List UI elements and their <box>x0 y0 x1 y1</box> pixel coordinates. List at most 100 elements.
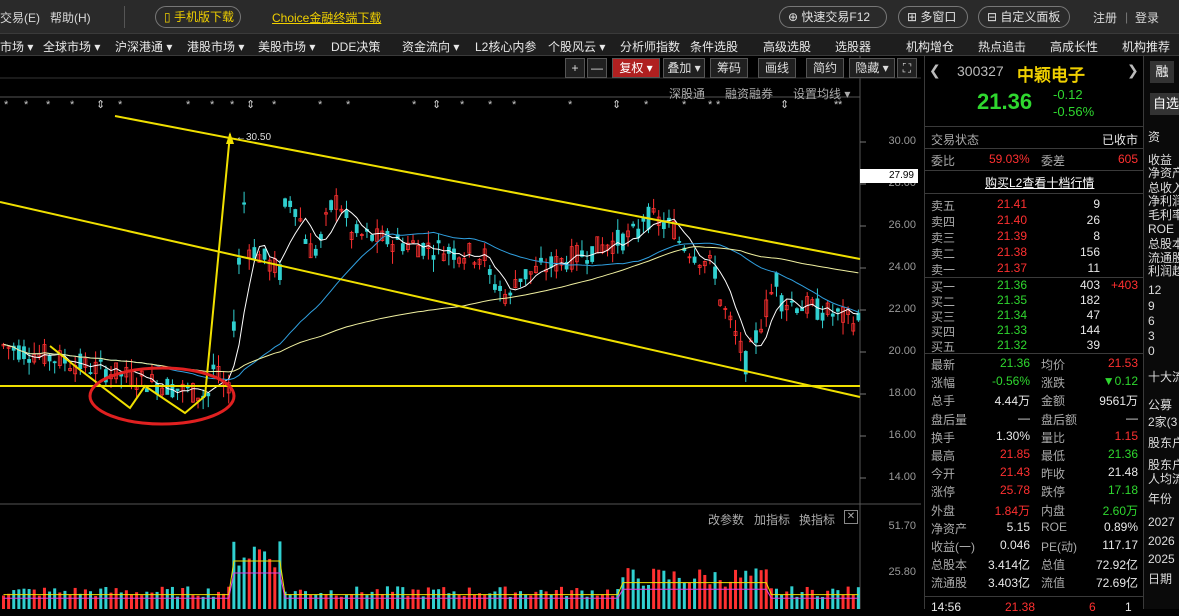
ma30-line <box>3 231 859 381</box>
candle-body <box>385 230 390 245</box>
volume-bar <box>672 571 676 609</box>
volume-bar <box>472 594 476 609</box>
menu-help[interactable]: 帮助(H) <box>50 9 91 26</box>
hide-button[interactable]: 隐藏 ▾ <box>849 58 895 78</box>
fuquan-button[interactable]: 复权 ▾ <box>612 58 660 78</box>
nav-item[interactable]: 美股市场 ▾ <box>258 38 315 55</box>
volume-bar <box>687 582 691 609</box>
sgt-link[interactable]: 深股通 <box>669 85 705 102</box>
bid-price: 21.36 <box>997 278 1028 292</box>
close-icon[interactable]: ✕ <box>844 510 858 524</box>
choice-download-link[interactable]: Choice金融终端下载 <box>272 9 381 26</box>
stat-row: 总手 4.44万 金额 9561万 <box>925 391 1144 408</box>
trendline-upper <box>114 115 861 260</box>
candle-body <box>206 392 211 397</box>
ma-settings-link[interactable]: 设置均线 ▾ <box>793 85 850 102</box>
menu-trade[interactable]: 交易(E) <box>0 9 40 26</box>
candle-body <box>293 209 298 217</box>
price-tick-label: 24.00 <box>888 261 916 273</box>
candle-body <box>400 243 405 252</box>
nav-item[interactable]: 条件选股 <box>690 38 738 55</box>
nav-item[interactable]: 全球市场 ▾ <box>43 38 100 55</box>
nav-item[interactable]: DDE决策 <box>331 38 380 55</box>
nav-item[interactable]: 沪深港通 ▾ <box>115 38 172 55</box>
stat-label: 净资产 <box>931 521 968 536</box>
nav-item[interactable]: 个股风云 ▾ <box>548 38 605 55</box>
volume-bar <box>831 588 835 609</box>
buy-l2-link[interactable]: 购买L2查看十档行情 <box>985 174 1094 191</box>
nav-item[interactable]: 高级选股 <box>763 38 811 55</box>
nav-item[interactable]: L2核心内参 <box>475 38 536 55</box>
margin-link[interactable]: 融资融券 <box>725 85 773 102</box>
volume-bar <box>27 589 31 609</box>
side-panel-label: 2027 <box>1148 515 1175 529</box>
overlay-button[interactable]: 叠加 ▾ <box>663 58 705 78</box>
nav-item[interactable]: 热点追击 <box>978 38 1026 55</box>
ask-volume: 11 <box>1087 261 1100 275</box>
next-stock-icon[interactable]: ❯ <box>1127 62 1139 79</box>
volume-bar <box>89 591 93 609</box>
last-price: 21.36 <box>977 89 1033 114</box>
add-watchlist-button[interactable]: 自选 <box>1150 93 1179 115</box>
nav-item[interactable]: 机构增仓 <box>906 38 954 55</box>
nav-item[interactable]: 分析师指数 <box>620 38 680 55</box>
stock-code: 300327 <box>957 63 1004 79</box>
bid-change: +403 <box>1110 278 1138 292</box>
change-param-link[interactable]: 改参数 <box>708 511 744 528</box>
nav-item[interactable]: 港股市场 ▾ <box>187 38 244 55</box>
volume-bar <box>580 590 584 609</box>
nav-item[interactable]: 选股器 <box>835 38 871 55</box>
chips-button[interactable]: 筹码 <box>710 58 748 78</box>
candle-body <box>713 266 717 279</box>
volume-bar <box>554 590 558 609</box>
volume-bar <box>718 580 722 609</box>
volume-bar <box>22 588 26 609</box>
nav-item[interactable]: 机构推荐 <box>1122 38 1170 55</box>
zoom-in-button[interactable]: + <box>565 58 585 78</box>
event-marker-icon: ⇕ <box>612 99 621 111</box>
register-link[interactable]: 注册 <box>1093 9 1117 26</box>
stat-row: 换手 1.30% 量比 1.15 <box>925 428 1144 445</box>
quick-trade-button[interactable]: ⊕ 快速交易F12 <box>779 6 887 28</box>
simple-button[interactable]: 简约 <box>806 58 844 78</box>
zoom-out-button[interactable]: — <box>587 58 607 78</box>
event-marker-icon: * <box>230 99 235 111</box>
volume-bar <box>78 593 82 609</box>
volume-bar <box>324 594 328 609</box>
prev-stock-icon[interactable]: ❮ <box>929 62 941 79</box>
nav-item[interactable]: 市场 ▾ <box>0 38 33 55</box>
login-link[interactable]: 登录 <box>1135 9 1159 26</box>
candle-body <box>523 269 528 280</box>
mobile-download-button[interactable]: ▯ 手机版下载 <box>155 6 241 28</box>
multi-window-button[interactable]: ⊞ 多窗口 <box>898 6 968 28</box>
volume-bar <box>329 590 333 609</box>
rong-badge[interactable]: 融 <box>1150 61 1174 83</box>
stat-value: -0.56% <box>991 374 1030 389</box>
volume-bar <box>350 594 354 609</box>
bid-volume: 47 <box>1086 308 1100 322</box>
side-panel-label: 9 <box>1148 299 1155 313</box>
swap-indicator-link[interactable]: 换指标 <box>799 511 835 528</box>
volume-bar <box>375 589 379 609</box>
stat-value: 21.85 <box>999 447 1030 461</box>
add-indicator-link[interactable]: 加指标 <box>754 511 790 528</box>
fullscreen-icon[interactable]: ⛶ <box>897 58 917 78</box>
stat-label: 流通股 <box>931 576 968 591</box>
nav-item[interactable]: 高成长性 <box>1050 38 1098 55</box>
trade-status-value: 已收市 <box>1101 133 1138 147</box>
custom-panel-button[interactable]: ⊟ 自定义面板 <box>978 6 1070 28</box>
candle-body <box>52 361 57 364</box>
volume-bar <box>693 578 697 609</box>
nav-item[interactable]: 资金流向 ▾ <box>402 38 459 55</box>
stat-value: 21.36 <box>999 356 1030 370</box>
stat-value: ▼0.12 <box>1102 374 1138 389</box>
volume-bar <box>529 595 533 609</box>
draw-line-button[interactable]: 画线 <box>758 58 796 78</box>
candle-body <box>631 223 636 227</box>
quote-panel: ❮ 300327 中颖电子 ❯ 21.36 -0.12 -0.56% 交易状态 … <box>924 56 1144 614</box>
ask-price: 21.38 <box>997 245 1028 259</box>
volume-bar <box>524 594 528 609</box>
volume-bar <box>544 591 548 609</box>
stat-value: 0.046 <box>999 538 1030 552</box>
volume-bar <box>273 567 277 609</box>
